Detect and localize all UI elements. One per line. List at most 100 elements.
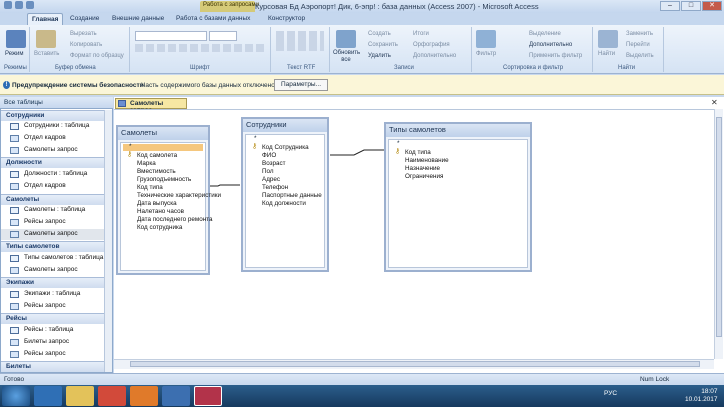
- field-item[interactable]: Код самолета: [137, 152, 177, 159]
- firefox-icon[interactable]: [130, 386, 158, 406]
- nav-group-employees[interactable]: Сотрудники: [1, 110, 112, 121]
- tab-external-data[interactable]: Внешние данные: [108, 13, 168, 25]
- field-item[interactable]: Назначение: [405, 165, 440, 172]
- font-name-select[interactable]: [135, 31, 207, 41]
- view-button[interactable]: Режим: [5, 51, 24, 57]
- nav-item[interactable]: Самолеты запрос: [1, 265, 104, 276]
- field-item[interactable]: Адрес: [262, 176, 280, 183]
- nav-item[interactable]: Должности : таблица: [1, 169, 104, 180]
- field-item[interactable]: Паспортные данные: [262, 192, 322, 199]
- field-item[interactable]: Ограничения: [405, 173, 443, 180]
- goto-button[interactable]: Перейти: [626, 42, 650, 48]
- nav-group-aircraft[interactable]: Самолеты: [1, 194, 112, 205]
- close-icon[interactable]: ✕: [711, 98, 718, 107]
- nav-item-selected[interactable]: Самолеты запрос: [1, 229, 104, 240]
- field-item[interactable]: Дата последнего ремонта: [137, 216, 212, 223]
- undo-icon[interactable]: [26, 1, 34, 9]
- field-item[interactable]: Грузоподъемность: [137, 176, 191, 183]
- field-item[interactable]: Марка: [137, 160, 156, 167]
- table-employees[interactable]: Сотрудники * ⚷ Код Сотрудника ФИО Возрас…: [241, 117, 329, 272]
- nav-group-tickets[interactable]: Билеты: [1, 361, 112, 372]
- replace-button[interactable]: Заменить: [626, 31, 653, 37]
- spelling-button[interactable]: Орфография: [413, 42, 450, 48]
- more-records-button[interactable]: Дополнительно: [413, 53, 456, 59]
- field-item[interactable]: Телефон: [262, 184, 288, 191]
- access-icon[interactable]: [194, 386, 222, 406]
- field-all[interactable]: *: [397, 140, 400, 147]
- table-aircraft[interactable]: Самолеты * ⚷ Код самолета Марка Вместимо…: [116, 125, 221, 275]
- nav-scrollbar[interactable]: [104, 110, 112, 372]
- start-button[interactable]: [2, 386, 30, 406]
- nav-item[interactable]: Типы самолетов : таблица: [1, 253, 104, 264]
- field-item[interactable]: Налетано часов: [137, 208, 184, 215]
- vertical-scroll-thumb[interactable]: [716, 117, 722, 337]
- field-item[interactable]: Код типа: [405, 149, 431, 156]
- office-button-icon[interactable]: [4, 1, 12, 9]
- refresh-icon[interactable]: [336, 30, 356, 48]
- copy-button[interactable]: Копировать: [70, 42, 102, 48]
- selection-button[interactable]: Выделение: [529, 31, 561, 37]
- field-item[interactable]: Код сотрудника: [137, 224, 182, 231]
- nav-item[interactable]: Рейсы : таблица: [1, 325, 104, 336]
- field-item[interactable]: Вместимость: [137, 168, 176, 175]
- select-button[interactable]: Выделить: [626, 53, 654, 59]
- nav-item[interactable]: Рейсы запрос: [1, 301, 104, 312]
- table-title[interactable]: Сотрудники: [243, 119, 327, 132]
- table-title[interactable]: Самолеты: [118, 127, 208, 140]
- close-button[interactable]: ✕: [702, 1, 722, 11]
- tray-language[interactable]: РУС: [604, 390, 617, 397]
- table-aircraft-types[interactable]: Типы самолетов * ⚷ Код типа Наименование…: [384, 122, 532, 272]
- field-item[interactable]: Код типа: [137, 184, 163, 191]
- nav-item[interactable]: Отдел кадров: [1, 133, 104, 144]
- word-icon[interactable]: [162, 386, 190, 406]
- font-format-buttons[interactable]: [135, 44, 265, 52]
- toggle-filter-button[interactable]: Применить фильтр: [529, 53, 582, 59]
- nav-item[interactable]: Отдел кадров: [1, 181, 104, 192]
- maximize-button[interactable]: □: [681, 1, 701, 11]
- nav-item[interactable]: Самолеты : таблица: [1, 205, 104, 216]
- horizontal-scroll-thumb[interactable]: [130, 361, 700, 367]
- ie-icon[interactable]: [34, 386, 62, 406]
- tab-home[interactable]: Главная: [27, 13, 64, 25]
- advanced-filter-button[interactable]: Дополнительно: [529, 42, 572, 48]
- field-item[interactable]: ФИО: [262, 152, 276, 159]
- view-icon[interactable]: [6, 30, 26, 48]
- cut-button[interactable]: Вырезать: [70, 31, 97, 37]
- nav-item[interactable]: Экипажи : таблица: [1, 289, 104, 300]
- refresh-button[interactable]: Обновить все: [333, 50, 360, 64]
- field-item[interactable]: Код Сотрудника: [262, 144, 309, 151]
- nav-item[interactable]: Билеты запрос: [1, 337, 104, 348]
- field-item[interactable]: Возраст: [262, 160, 286, 167]
- minimize-button[interactable]: –: [660, 1, 680, 11]
- field-all[interactable]: *: [254, 135, 257, 142]
- rtf-buttons[interactable]: [276, 31, 324, 51]
- explorer-icon[interactable]: [66, 386, 94, 406]
- chrome-icon[interactable]: [98, 386, 126, 406]
- field-item[interactable]: Дата выпуска: [137, 200, 177, 207]
- clock[interactable]: 18:07 10.01.2017: [685, 388, 718, 404]
- security-options-button[interactable]: Параметры...: [274, 79, 328, 91]
- nav-group-positions[interactable]: Должности: [1, 157, 112, 168]
- nav-item[interactable]: Самолеты запрос: [1, 145, 104, 156]
- field-all[interactable]: *: [129, 143, 132, 150]
- save-icon[interactable]: [15, 1, 23, 9]
- nav-group-flights[interactable]: Рейсы: [1, 313, 112, 324]
- filter-icon[interactable]: [476, 30, 496, 48]
- navigation-header[interactable]: Все таблицы: [0, 97, 113, 109]
- field-item[interactable]: Код должности: [262, 200, 306, 207]
- tab-design[interactable]: Конструктор: [264, 13, 309, 25]
- delete-record-button[interactable]: Удалить: [368, 53, 391, 59]
- tab-create[interactable]: Создание: [66, 13, 103, 25]
- find-icon[interactable]: [598, 30, 618, 48]
- paste-icon[interactable]: [36, 30, 56, 48]
- paste-button[interactable]: Вставить: [34, 51, 59, 57]
- field-item[interactable]: Наименование: [405, 157, 449, 164]
- field-item[interactable]: Технические характеристики: [137, 192, 221, 199]
- nav-group-crews[interactable]: Экипажи: [1, 277, 112, 288]
- nav-item[interactable]: Рейсы запрос: [1, 217, 104, 228]
- table-title[interactable]: Типы самолетов: [386, 124, 530, 137]
- tab-database-tools[interactable]: Работа с базами данных: [172, 13, 254, 25]
- totals-button[interactable]: Итоги: [413, 31, 429, 37]
- filter-button[interactable]: Фильтр: [476, 51, 496, 57]
- find-button[interactable]: Найти: [598, 51, 615, 57]
